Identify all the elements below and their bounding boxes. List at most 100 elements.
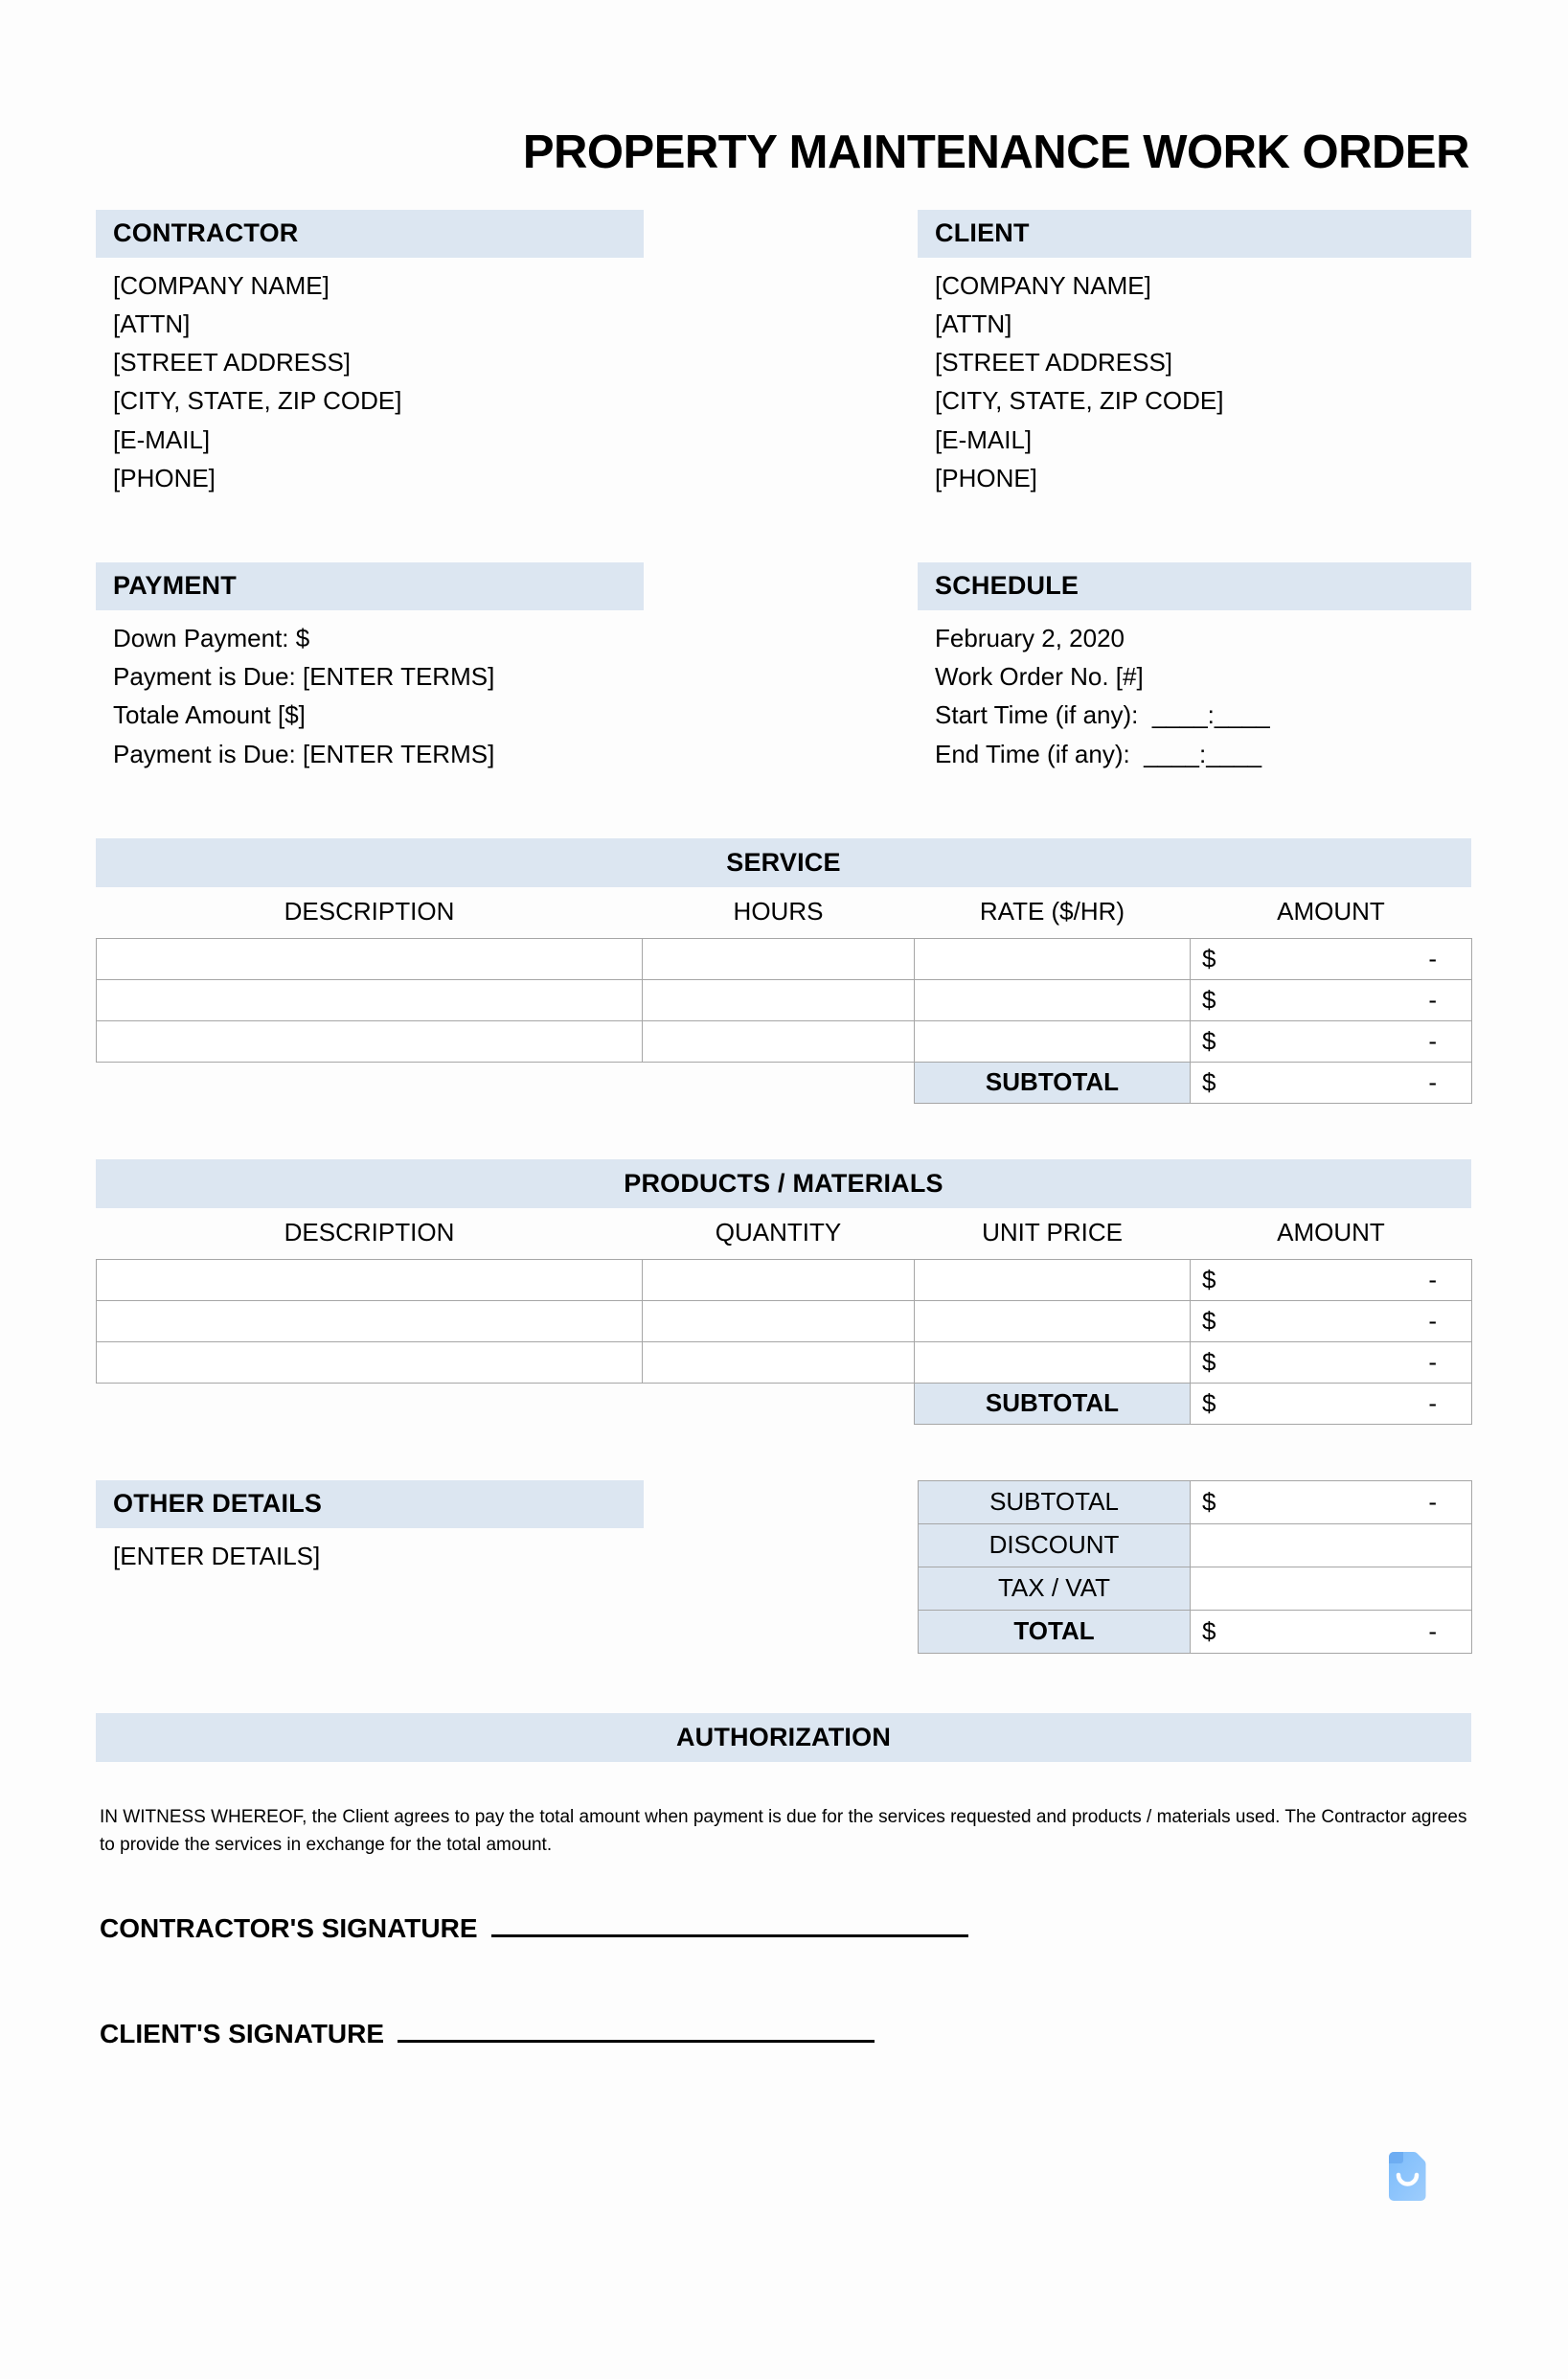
currency-symbol: $ (1202, 1026, 1216, 1056)
products-row-0-quantity[interactable] (642, 1258, 915, 1301)
service-row-1-description[interactable] (96, 978, 643, 1021)
schedule-block: SCHEDULE February 2, 2020 Work Order No.… (918, 562, 1471, 773)
client-phone: [PHONE] (935, 463, 1037, 492)
totals-subtotal-label: SUBTOTAL (918, 1479, 1191, 1524)
amount-value: - (1428, 944, 1437, 973)
contractor-attn: [ATTN] (113, 309, 191, 338)
contractor-street: [STREET ADDRESS] (113, 348, 352, 377)
products-table-header-row: DESCRIPTION QUANTITY UNIT PRICE AMOUNT (97, 1208, 1472, 1260)
products-subtotal-amount: $ - (1190, 1382, 1472, 1425)
document-watermark-icon (1382, 2149, 1434, 2205)
products-row-0-amount: $ - (1190, 1258, 1472, 1301)
totals-total-label: TOTAL (918, 1609, 1191, 1654)
contractor-phone: [PHONE] (113, 463, 216, 492)
products-row-1-description[interactable] (96, 1299, 643, 1342)
service-row-1-hours[interactable] (642, 978, 915, 1021)
service-col-description: DESCRIPTION (284, 896, 455, 926)
amount-value: - (1428, 1026, 1437, 1056)
products-row-1-quantity[interactable] (642, 1299, 915, 1342)
payment-schedule-section: PAYMENT Down Payment: $ Payment is Due: … (96, 562, 1471, 773)
contractor-company: [COMPANY NAME] (113, 270, 330, 300)
service-subtotal-row: SUBTOTAL $ - (97, 1061, 1472, 1104)
client-signature-label: CLIENT'S SIGNATURE (100, 2018, 385, 2048)
products-subtotal-row: SUBTOTAL $ - (97, 1382, 1472, 1425)
client-city-state-zip: [CITY, STATE, ZIP CODE] (935, 386, 1224, 416)
service-row-1-rate[interactable] (914, 978, 1191, 1021)
products-row-1-unit-price[interactable] (914, 1299, 1191, 1342)
payment-total-amount: Totale Amount [$] (113, 700, 306, 730)
totals-discount-label: DISCOUNT (918, 1522, 1191, 1567)
currency-symbol: $ (1202, 1388, 1216, 1418)
table-row: $ - (96, 937, 1472, 980)
contractor-signature-line[interactable] (490, 1910, 968, 1937)
page-content: PROPERTY MAINTENANCE WORK ORDER CONTRACT… (96, 0, 1472, 2049)
client-signature-line[interactable] (398, 2015, 875, 2043)
totals-row-tax-vat: TAX / VAT (918, 1566, 1472, 1611)
document-page: PROPERTY MAINTENANCE WORK ORDER CONTRACT… (0, 0, 1568, 2379)
totals-tax-vat-value[interactable] (1190, 1566, 1472, 1611)
service-row-2-amount: $ - (1190, 1019, 1472, 1063)
products-row-2-unit-price[interactable] (914, 1340, 1191, 1384)
client-attn: [ATTN] (935, 309, 1012, 338)
service-row-2-hours[interactable] (642, 1019, 915, 1063)
table-row: $ - (96, 1019, 1472, 1063)
totals-block: SUBTOTAL $ - DISCOUNT TAX / VAT TOTAL $ … (918, 1479, 1472, 1654)
service-row-0-rate[interactable] (914, 937, 1191, 980)
service-row-0-description[interactable] (96, 937, 643, 980)
products-row-2-quantity[interactable] (642, 1340, 915, 1384)
products-subtotal-label: SUBTOTAL (914, 1382, 1191, 1425)
service-table-header-row: DESCRIPTION HOURS RATE ($/HR) AMOUNT (97, 887, 1472, 939)
amount-value: - (1428, 1265, 1437, 1294)
table-row: $ - (96, 1299, 1472, 1342)
client-company: [COMPANY NAME] (935, 270, 1151, 300)
schedule-date: February 2, 2020 (935, 624, 1125, 652)
currency-symbol: $ (1202, 1487, 1216, 1517)
client-email: [E-MAIL] (935, 424, 1033, 454)
totals-discount-value[interactable] (1190, 1522, 1472, 1567)
amount-value: - (1428, 985, 1437, 1015)
schedule-heading: SCHEDULE (918, 562, 1471, 610)
service-row-2-rate[interactable] (914, 1019, 1191, 1063)
other-details-and-totals-section: OTHER DETAILS [ENTER DETAILS] SUBTOTAL $… (96, 1479, 1472, 1654)
payment-due-terms-1: Payment is Due: [ENTER TERMS] (113, 662, 495, 692)
service-row-0-hours[interactable] (642, 937, 915, 980)
currency-symbol: $ (1202, 1265, 1216, 1294)
client-street: [STREET ADDRESS] (935, 348, 1173, 377)
payment-block: PAYMENT Down Payment: $ Payment is Due: … (96, 562, 644, 773)
payment-heading: PAYMENT (96, 562, 644, 610)
contractor-email: [E-MAIL] (113, 424, 211, 454)
schedule-start-time: Start Time (if any): ____:____ (935, 700, 1270, 730)
amount-value: - (1428, 1067, 1437, 1097)
spacer-cell (97, 1383, 643, 1424)
contractor-city-state-zip: [CITY, STATE, ZIP CODE] (113, 386, 402, 416)
schedule-fields: February 2, 2020 Work Order No. [#] Star… (918, 610, 1471, 773)
service-row-2-description[interactable] (96, 1019, 643, 1063)
other-details-heading: OTHER DETAILS (96, 1479, 644, 1528)
service-col-rate: RATE ($/HR) (979, 896, 1125, 926)
client-block: CLIENT [COMPANY NAME] [ATTN] [STREET ADD… (918, 209, 1471, 497)
service-section-heading: SERVICE (96, 837, 1471, 887)
contractor-block: CONTRACTOR [COMPANY NAME] [ATTN] [STREET… (96, 209, 644, 497)
payment-down-payment: Down Payment: $ (113, 624, 310, 652)
service-col-hours: HOURS (733, 896, 824, 926)
products-table: DESCRIPTION QUANTITY UNIT PRICE AMOUNT $… (96, 1208, 1472, 1425)
products-row-2-description[interactable] (96, 1340, 643, 1384)
currency-symbol: $ (1202, 1347, 1216, 1377)
other-details-placeholder[interactable]: [ENTER DETAILS] (113, 1537, 644, 1575)
totals-total-value: $ - (1190, 1609, 1472, 1654)
client-signature-row: CLIENT'S SIGNATURE (96, 2015, 1471, 2049)
products-row-2-amount: $ - (1190, 1340, 1472, 1384)
amount-value: - (1428, 1347, 1437, 1377)
amount-value: - (1428, 1388, 1437, 1418)
products-row-0-unit-price[interactable] (914, 1258, 1191, 1301)
products-row-0-description[interactable] (96, 1258, 643, 1301)
contractor-fields: [COMPANY NAME] [ATTN] [STREET ADDRESS] [… (96, 258, 644, 497)
table-row: $ - (96, 978, 1472, 1021)
products-col-description: DESCRIPTION (284, 1217, 455, 1247)
contractor-signature-label: CONTRACTOR'S SIGNATURE (100, 1912, 478, 1943)
payment-fields: Down Payment: $ Payment is Due: [ENTER T… (96, 610, 644, 773)
